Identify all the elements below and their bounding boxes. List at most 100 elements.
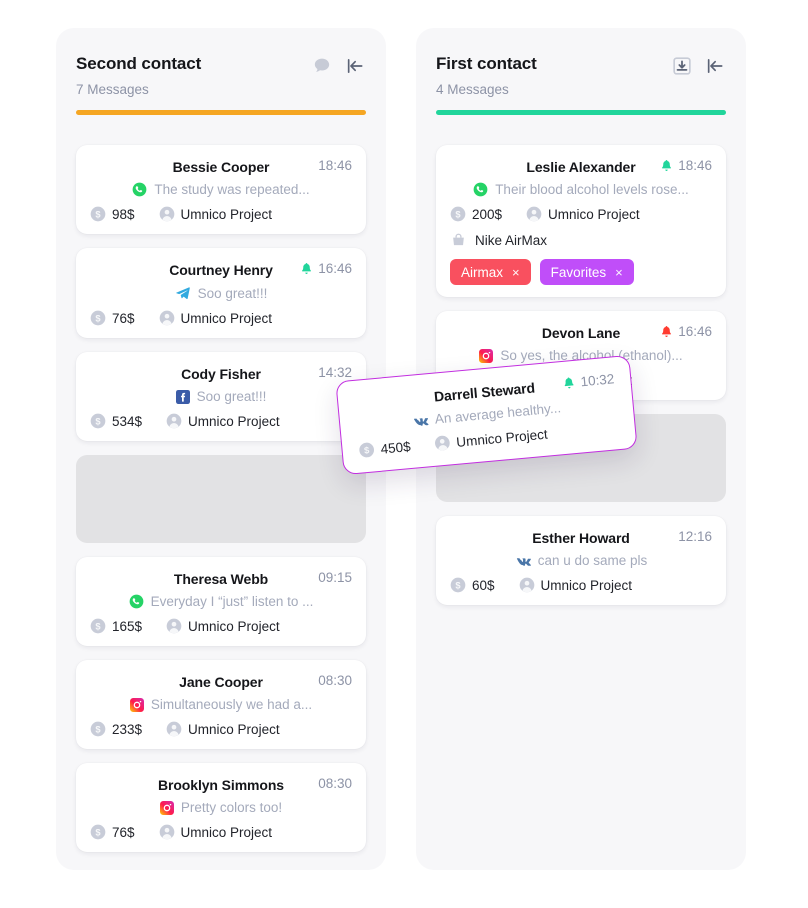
card-header-row: Esther Howard12:16 [450, 528, 712, 547]
card-message-preview: Everyday I “just” listen to ... [151, 594, 314, 609]
card-project: Umnico Project [166, 413, 280, 429]
svg-text:$: $ [95, 209, 101, 219]
card-project: Umnico Project [159, 206, 273, 222]
person-icon [166, 721, 182, 737]
dollar-icon: $ [450, 577, 466, 593]
deal-card[interactable]: Leslie Alexander18:46 Their blood alcohol… [436, 145, 726, 297]
column-message-count: 7 Messages [76, 82, 366, 97]
deal-card[interactable]: Courtney Henry16:46Soo great!!!$76$Umnic… [76, 248, 366, 338]
deal-card[interactable]: Bessie Cooper18:46The study was repeated… [76, 145, 366, 234]
person-icon [166, 413, 182, 429]
person-icon [526, 206, 542, 222]
card-amount: $98$ [90, 206, 135, 222]
card-time-group: 10:32 [562, 371, 615, 391]
whatsapp-icon [129, 594, 144, 609]
card-project-name: Umnico Project [188, 414, 280, 429]
card-project: Umnico Project [434, 426, 549, 452]
card-amount: $200$ [450, 206, 502, 222]
whatsapp-icon [473, 182, 488, 197]
card-amount-value: 76$ [112, 825, 135, 840]
tag-label: Favorites [551, 265, 607, 280]
card-amount: $233$ [90, 721, 142, 737]
card-amount: $450$ [358, 438, 411, 459]
card-time: 16:46 [678, 324, 712, 339]
card-contact-name: Jane Cooper [179, 674, 263, 690]
notification-bell-icon [660, 325, 673, 339]
card-project-name: Umnico Project [541, 578, 633, 593]
column-header: Second contact7 Messages [76, 54, 366, 127]
collapse-left-icon[interactable] [344, 56, 366, 76]
card-message-preview: Their blood alcohol levels rose... [495, 182, 689, 197]
card-time-group: 09:15 [318, 570, 352, 585]
tag-chip[interactable]: Favorites × [540, 259, 634, 285]
card-amount-value: 76$ [112, 311, 135, 326]
card-contact-name: Devon Lane [542, 325, 620, 341]
card-header-row: Brooklyn Simmons08:30 [90, 775, 352, 794]
card-tag-row: Airmax× Favorites × [450, 259, 712, 285]
deal-card[interactable]: Esther Howard12:16 can u do same pls $60$ U… [436, 516, 726, 605]
dollar-icon: $ [90, 206, 106, 222]
card-product-row: Nike AirMax [450, 232, 712, 248]
deal-card[interactable]: Cody Fisher14:32Soo great!!!$534$Umnico … [76, 352, 366, 441]
card-header-row: Cody Fisher 14:32 [90, 364, 352, 383]
card-meta-row: $76$ Umnico Project [90, 824, 352, 840]
card-amount-value: 534$ [112, 414, 142, 429]
tag-chip[interactable]: Airmax× [450, 259, 531, 285]
card-preview-row: Soo great!!! [90, 389, 352, 404]
card-message-preview: Pretty colors too! [181, 800, 282, 815]
card-contact-name: Brooklyn Simmons [158, 777, 284, 793]
card-project-name: Umnico Project [181, 825, 273, 840]
card-time: 16:46 [318, 261, 352, 276]
dollar-icon: $ [90, 310, 106, 326]
person-icon [434, 434, 451, 451]
card-amount-value: 98$ [112, 207, 135, 222]
column-accent-bar [436, 110, 726, 115]
card-meta-row: $233$Umnico Project [90, 721, 352, 737]
tag-remove-icon[interactable]: × [512, 265, 520, 280]
card-time-group: 18:46 [660, 158, 712, 173]
chat-bubble-icon[interactable] [312, 56, 332, 76]
card-preview-row: can u do same pls [450, 553, 712, 568]
deal-card[interactable]: Theresa Webb 09:15 Everyday I “just” liste… [76, 557, 366, 646]
svg-text:$: $ [95, 724, 101, 734]
card-contact-name: Darrell Steward [433, 379, 535, 404]
card-time-group: 14:32 [318, 365, 352, 380]
card-amount: $76$ [90, 310, 135, 326]
card-time: 18:46 [678, 158, 712, 173]
card-amount-value: 60$ [472, 578, 495, 593]
person-icon [166, 618, 182, 634]
inbox-download-icon[interactable] [672, 56, 692, 76]
card-amount-value: 200$ [472, 207, 502, 222]
tag-remove-icon[interactable]: × [615, 265, 623, 280]
card-header-row: Theresa Webb 09:15 [90, 569, 352, 588]
card-project: Umnico Project [526, 206, 640, 222]
card-preview-row: Everyday I “just” listen to ... [90, 594, 352, 609]
card-amount-value: 233$ [112, 722, 142, 737]
card-time-group: 16:46 [660, 324, 712, 339]
card-drop-placeholder[interactable] [76, 455, 366, 543]
deal-card[interactable]: Brooklyn Simmons08:30 Pretty colors too! $… [76, 763, 366, 852]
column-message-count: 4 Messages [436, 82, 726, 97]
card-time: 09:15 [318, 570, 352, 585]
card-preview-row: Soo great!!! [90, 285, 352, 301]
card-amount: $60$ [450, 577, 495, 593]
deal-card[interactable]: Jane Cooper08:30Simultaneously we had a.… [76, 660, 366, 749]
collapse-left-icon[interactable] [704, 56, 726, 76]
card-header-row: Leslie Alexander18:46 [450, 157, 712, 176]
column-accent-bar [76, 110, 366, 115]
dollar-icon: $ [90, 824, 106, 840]
card-meta-row: $200$ Umnico Project [450, 206, 712, 222]
card-preview-row: Their blood alcohol levels rose... [450, 182, 712, 197]
svg-text:$: $ [455, 580, 461, 590]
card-project-name: Umnico Project [181, 311, 273, 326]
dollar-icon: $ [450, 206, 466, 222]
card-product-name: Nike AirMax [475, 233, 547, 248]
instagram-icon [130, 698, 144, 712]
card-meta-row: $76$ Umnico Project [90, 310, 352, 326]
card-contact-name: Theresa Webb [174, 571, 268, 587]
card-contact-name: Cody Fisher [181, 366, 261, 382]
person-icon [519, 577, 535, 593]
card-amount-value: 165$ [112, 619, 142, 634]
instagram-icon [479, 349, 493, 363]
telegram-icon [175, 285, 191, 301]
